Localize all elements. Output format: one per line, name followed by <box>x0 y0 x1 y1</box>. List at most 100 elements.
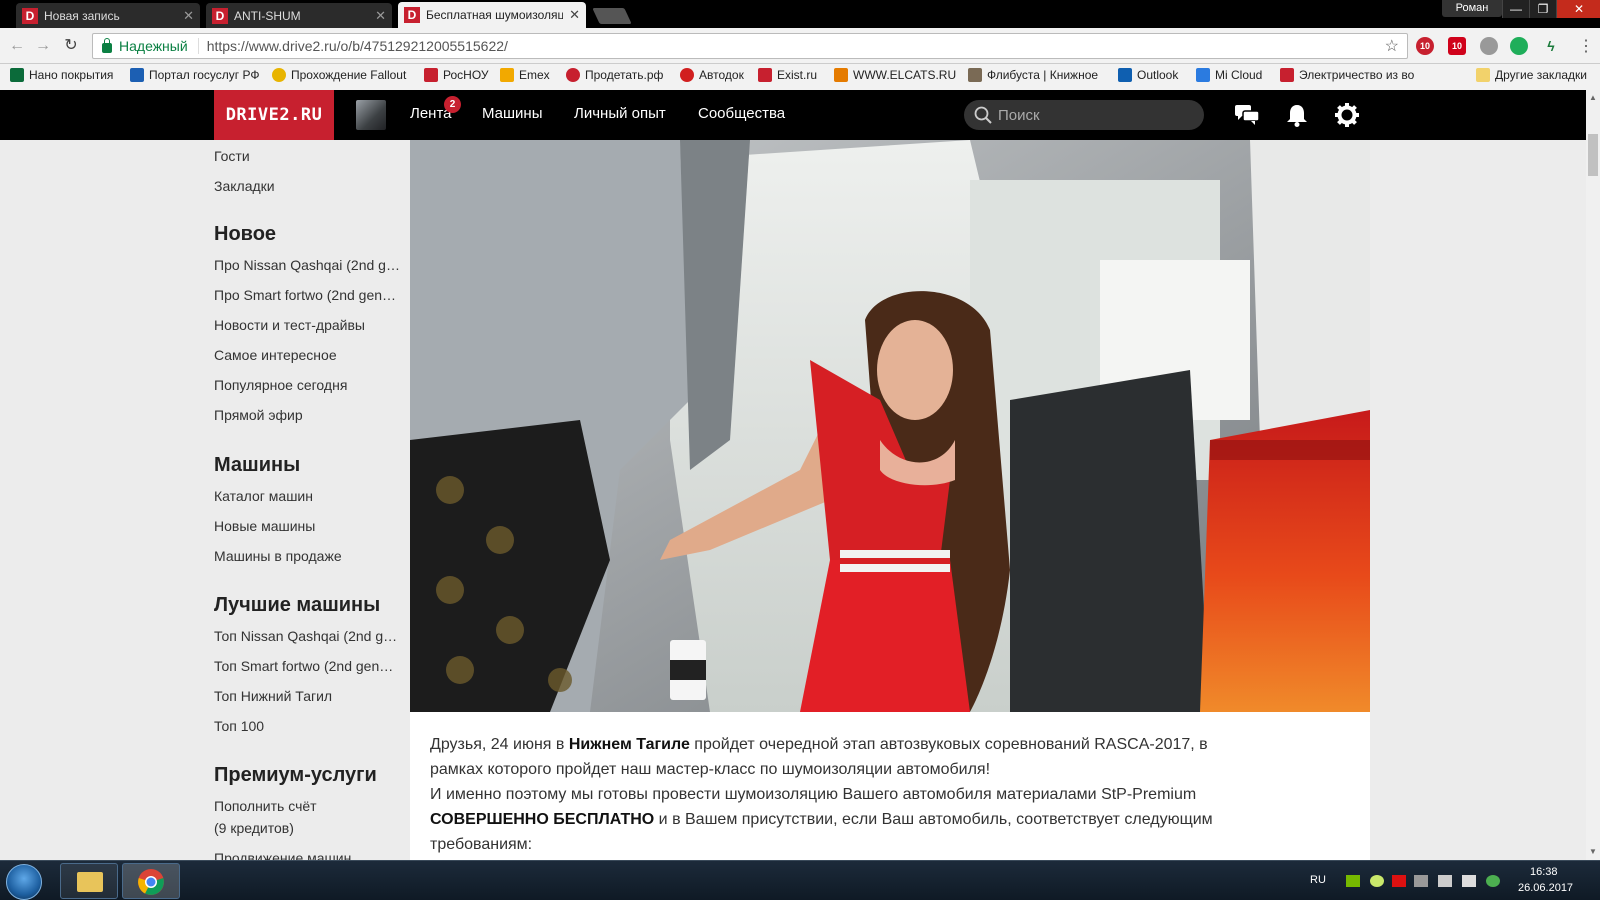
back-arrow-icon[interactable]: ← <box>6 35 28 57</box>
restore-icon[interactable]: ❐ <box>1529 0 1556 18</box>
bookmark-item[interactable]: Продетать.рф <box>566 68 676 82</box>
search-input[interactable] <box>998 106 1188 124</box>
close-icon[interactable]: ✕ <box>569 7 580 23</box>
site-header: DRIVE2.RU Лента Машины Личный опыт Сообщ… <box>0 90 1586 140</box>
close-icon[interactable]: ✕ <box>183 8 194 24</box>
tab-strip: D Новая запись ✕ D ANTI-SHUM ✕ D Бесплат… <box>0 0 1600 28</box>
action-center-flag-icon[interactable] <box>1414 875 1428 887</box>
globe-extension-icon[interactable] <box>1480 37 1498 55</box>
browser-tab-1[interactable]: D Новая запись ✕ <box>16 3 200 28</box>
bookmark-item[interactable]: РосНОУ <box>424 68 494 82</box>
address-bar[interactable]: Надежный https://www.drive2.ru/o/b/47512… <box>92 33 1408 59</box>
nav-personal-experience[interactable]: Личный опыт <box>574 105 666 122</box>
sidebar-link[interactable]: Про Smart fortwo (2nd gen… <box>214 287 402 303</box>
sidebar-link[interactable]: Топ Nissan Qashqai (2nd g… <box>214 628 402 644</box>
bookmark-item[interactable]: Outlook <box>1118 68 1190 82</box>
free-bold: СОВЕРШЕННО БЕСПЛАТНО <box>430 811 655 828</box>
sidebar-section-title: Машины <box>214 454 301 476</box>
sidebar-link[interactable]: Прямой эфир <box>214 407 402 423</box>
new-tab-button[interactable] <box>592 8 632 24</box>
user-car-avatar[interactable] <box>356 100 386 130</box>
messages-icon[interactable] <box>1234 102 1260 128</box>
tray-warning-icon[interactable] <box>1392 875 1406 887</box>
bookmark-favicon-icon <box>1196 68 1210 82</box>
sidebar-link[interactable]: Каталог машин <box>214 488 402 504</box>
network-icon[interactable] <box>1438 875 1452 887</box>
site-logo[interactable]: DRIVE2.RU <box>214 90 334 140</box>
close-icon[interactable]: ✕ <box>375 8 386 24</box>
bell-icon[interactable] <box>1284 102 1310 128</box>
bookmark-favicon-icon <box>566 68 580 82</box>
bookmark-item[interactable]: Портал госуслуг РФ <box>130 68 264 82</box>
extension-icon-1[interactable]: 10 <box>1416 37 1434 55</box>
sidebar-link[interactable]: Новости и тест-драйвы <box>214 317 402 333</box>
sidebar-link[interactable]: Новые машины <box>214 518 402 534</box>
scroll-down-arrow-icon[interactable]: ▼ <box>1586 844 1600 860</box>
sidebar-link-guests[interactable]: Гости <box>214 148 402 164</box>
tab-title: Новая запись <box>44 8 120 23</box>
gear-icon[interactable] <box>1334 102 1360 128</box>
sync-icon[interactable] <box>1486 875 1500 887</box>
chrome-icon <box>138 869 164 895</box>
feed-count-badge: 2 <box>444 96 461 113</box>
bookmark-item[interactable]: Электричество из во <box>1280 68 1420 82</box>
sidebar-link[interactable]: Топ Smart fortwo (2nd gen… <box>214 658 402 674</box>
sidebar-link[interactable]: Топ 100 <box>214 718 402 734</box>
green-extension-icon[interactable] <box>1510 37 1528 55</box>
sidebar-link-top-up[interactable]: Пополнить счёт <box>214 798 402 814</box>
tray-app-icon[interactable] <box>1370 875 1384 887</box>
profile-button[interactable]: Роман <box>1442 0 1502 17</box>
post-photo[interactable] <box>410 140 1370 712</box>
browser-toolbar: ← → ↻ Надежный https://www.drive2.ru/o/b… <box>0 28 1600 64</box>
bookmark-item[interactable]: Exist.ru <box>758 68 824 82</box>
bookmark-item[interactable]: Автодок <box>680 68 752 82</box>
volume-icon[interactable] <box>1462 875 1476 887</box>
post-content: Друзья, 24 июня в Нижнем Тагиле пройдет … <box>410 140 1370 860</box>
chrome-taskbar-button[interactable] <box>122 863 180 899</box>
sidebar-link[interactable]: Про Nissan Qashqai (2nd g… <box>214 257 402 273</box>
bookmark-favicon-icon <box>500 68 514 82</box>
sidebar-link[interactable]: Продвижение машин <box>214 850 402 860</box>
language-indicator[interactable]: RU <box>1310 874 1326 886</box>
sidebar-link[interactable]: Топ Нижний Тагил <box>214 688 402 704</box>
explorer-taskbar-button[interactable] <box>60 863 118 899</box>
bookmarks-bar: Нано покрытия Портал госуслуг РФ Прохожд… <box>0 64 1600 90</box>
sidebar-link[interactable]: Самое интересное <box>214 347 402 363</box>
reload-icon[interactable]: ↻ <box>60 35 82 57</box>
window-close-icon[interactable]: ✕ <box>1556 0 1600 18</box>
forward-arrow-icon[interactable]: → <box>32 35 54 57</box>
minimize-icon[interactable]: — <box>1502 0 1529 18</box>
sidebar-link-bookmarks[interactable]: Закладки <box>214 178 402 194</box>
folder-icon <box>77 872 103 892</box>
url-text[interactable]: https://www.drive2.ru/o/b/47512921200551… <box>207 38 508 54</box>
start-button[interactable] <box>6 864 42 900</box>
bookmark-favicon-icon <box>1280 68 1294 82</box>
drive2-favicon-icon: D <box>404 7 420 23</box>
bookmark-item[interactable]: WWW.ELCATS.RU - <box>834 68 958 82</box>
window-controls: — ❐ ✕ <box>1502 0 1600 18</box>
browser-menu-icon[interactable]: ⋮ <box>1578 36 1594 56</box>
clock-time[interactable]: 16:38 <box>1530 866 1558 878</box>
bookmark-item[interactable]: Нано покрытия <box>10 68 122 82</box>
bookmark-item[interactable]: Emex <box>500 68 558 82</box>
scroll-up-arrow-icon[interactable]: ▲ <box>1586 90 1600 106</box>
bookmark-item[interactable]: Флибуста | Книжное <box>968 68 1104 82</box>
browser-tab-2[interactable]: D ANTI-SHUM ✕ <box>206 3 392 28</box>
page-scrollbar[interactable]: ▲ ▼ <box>1586 90 1600 860</box>
scrollbar-thumb[interactable] <box>1588 134 1598 176</box>
other-bookmarks[interactable]: Другие закладки <box>1476 68 1592 82</box>
adblock-icon[interactable]: 10 <box>1448 37 1466 55</box>
nav-cars[interactable]: Машины <box>482 105 542 122</box>
leaf-extension-icon[interactable]: ϟ <box>1542 37 1560 55</box>
bookmark-item[interactable]: Прохождение Fallout <box>272 68 410 82</box>
sidebar-link[interactable]: Популярное сегодня <box>214 377 402 393</box>
bookmark-star-icon[interactable]: ☆ <box>1385 36 1399 56</box>
browser-tab-3-active[interactable]: D Бесплатная шумоизоляция ✕ <box>398 2 586 28</box>
nav-communities[interactable]: Сообщества <box>698 105 785 122</box>
sidebar-link[interactable]: Машины в продаже <box>214 548 402 564</box>
nvidia-icon[interactable] <box>1346 875 1360 887</box>
bookmark-item[interactable]: Mi Cloud <box>1196 68 1270 82</box>
site-search[interactable] <box>964 100 1204 130</box>
clock-date[interactable]: 26.06.2017 <box>1518 882 1573 894</box>
bookmark-favicon-icon <box>834 68 848 82</box>
